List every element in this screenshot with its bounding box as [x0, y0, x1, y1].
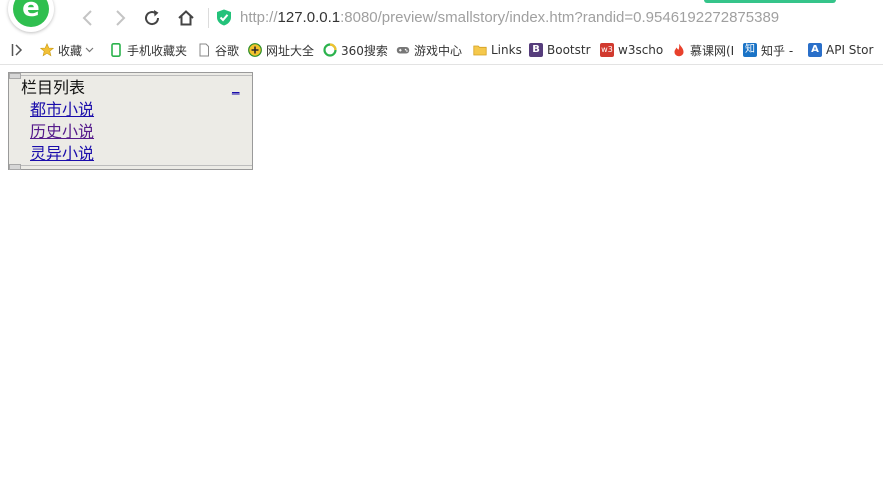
flame-icon	[674, 43, 684, 57]
forward-button[interactable]	[108, 6, 132, 30]
bookmark-label: 手机收藏夹	[127, 43, 188, 58]
reload-button[interactable]	[140, 6, 164, 30]
bookmark-360-search[interactable]: 360搜索	[323, 40, 388, 60]
url-scheme: http://	[240, 9, 278, 26]
search-ring-icon	[323, 43, 337, 57]
security-shield-icon[interactable]	[216, 9, 232, 26]
panel-title: 栏目列表	[21, 78, 86, 97]
sidebar-toggle-icon	[11, 44, 23, 56]
category-link-supernatural[interactable]: 灵异小说	[30, 143, 94, 165]
zhihu-icon: 知	[743, 43, 757, 57]
chevron-right-icon	[116, 10, 126, 26]
bookmark-label: 网址大全	[266, 43, 315, 58]
globe-icon	[248, 43, 262, 57]
bookmark-game-center[interactable]: 游戏中心	[396, 40, 462, 60]
bookmark-links-folder[interactable]: Links	[473, 40, 522, 60]
sidebar-toggle-button[interactable]	[11, 40, 23, 60]
tab-accent-bar	[704, 0, 836, 3]
bookmark-google[interactable]: 谷歌	[197, 40, 239, 60]
gamepad-icon	[396, 47, 410, 54]
url-path: :8080/preview/smallstory/index.htm?randi…	[340, 9, 780, 26]
bookmark-label: 收藏	[58, 43, 83, 58]
bookmark-label: 360搜索	[341, 43, 388, 58]
folder-icon	[473, 45, 487, 56]
bookmark-label: 游戏中心	[414, 43, 463, 58]
category-link-urban[interactable]: 都市小说	[30, 99, 94, 121]
chevron-down-icon	[85, 47, 94, 53]
bookmark-label: 谷歌	[215, 43, 240, 58]
bookmark-bootstrap[interactable]: B Bootstr	[529, 40, 591, 60]
panel-collapse-link[interactable]: _	[232, 77, 240, 95]
bookmark-label: 慕课网(I	[690, 43, 735, 58]
browser-logo-icon: e	[13, 0, 49, 27]
panel-corner-bottom	[9, 164, 21, 170]
bookmark-favorites[interactable]: 收藏	[40, 40, 94, 60]
bookmark-label: 知乎 -	[761, 43, 794, 58]
bootstrap-icon: B	[529, 43, 543, 57]
bookmark-mobile-favorites[interactable]: 手机收藏夹	[109, 40, 187, 60]
panel-top-border	[9, 75, 252, 76]
w3-icon: w3	[600, 43, 614, 57]
bookmark-label: Bootstr	[547, 43, 591, 57]
star-icon	[40, 43, 54, 57]
panel-bottom-border	[9, 165, 252, 166]
bookmarks-bar: 收藏 手机收藏夹 谷歌 网址大全 360搜索 游戏中心 Links B Boot…	[0, 36, 883, 65]
chevron-left-icon	[82, 10, 92, 26]
home-icon	[178, 10, 194, 26]
bookmark-label: API Stor	[826, 43, 874, 57]
reload-icon	[145, 10, 160, 26]
back-button[interactable]	[76, 6, 100, 30]
bookmark-label: Links	[491, 43, 522, 57]
home-button[interactable]	[174, 6, 198, 30]
url-host: 127.0.0.1	[277, 9, 341, 26]
phone-icon	[111, 43, 121, 57]
panel-corner-top	[9, 73, 21, 79]
category-link-list: 都市小说 历史小说 灵异小说	[30, 99, 94, 165]
bookmark-api-store[interactable]: A API Stor	[808, 40, 873, 60]
browser-toolbar: e http://127.0.0.1:8080/preview/smallsto…	[0, 0, 883, 36]
category-link-history[interactable]: 历史小说	[30, 121, 94, 143]
api-icon: A	[808, 43, 822, 57]
address-bar[interactable]: http://127.0.0.1:8080/preview/smallstory…	[240, 6, 870, 30]
bookmark-w3schools[interactable]: w3 w3scho	[600, 40, 663, 60]
browser-logo[interactable]: e	[8, 0, 54, 32]
bookmark-zhihu[interactable]: 知 知乎 -	[743, 40, 793, 60]
bookmark-label: w3scho	[618, 43, 664, 57]
page-icon	[199, 43, 209, 57]
category-panel: 栏目列表 _ 都市小说 历史小说 灵异小说	[8, 72, 253, 170]
bookmark-imooc[interactable]: 慕课网(I	[672, 40, 734, 60]
toolbar-separator	[208, 8, 209, 28]
bookmark-web-directory[interactable]: 网址大全	[248, 40, 314, 60]
